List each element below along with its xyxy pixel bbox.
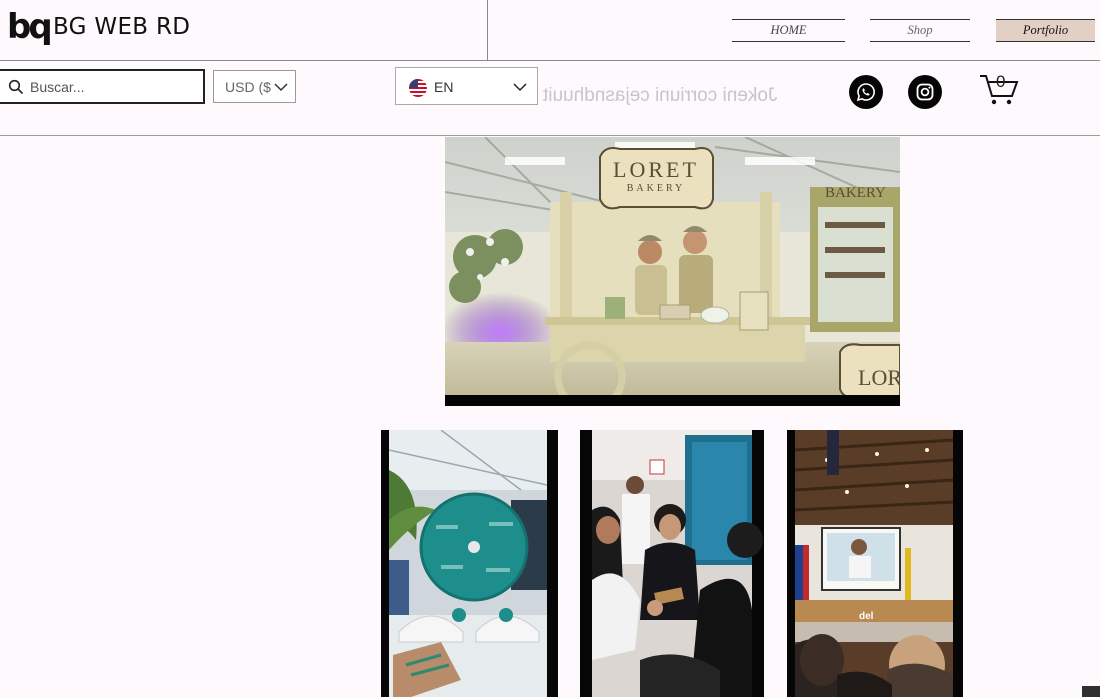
scroll-corner [1082, 686, 1100, 697]
currency-value: USD ($ [225, 79, 271, 95]
nav-home[interactable]: HOME [732, 19, 845, 42]
language-value: EN [434, 79, 454, 95]
logo[interactable]: bq [7, 7, 53, 47]
bakery-sign: LORET BAKERY [599, 147, 714, 210]
portfolio-tile[interactable] [381, 430, 558, 697]
bakery-booth-photo: LORET BAKERY BAKERY LOR [445, 137, 900, 406]
nav-portfolio[interactable]: Portfolio [996, 19, 1095, 42]
search-icon [8, 79, 24, 95]
header-divider [487, 0, 488, 61]
event-booth-photo [388, 430, 548, 697]
whatsapp-icon [856, 83, 875, 102]
award-ceremony-photo [592, 430, 763, 697]
auditorium-photo: del [794, 430, 954, 697]
cart-count: 0 [996, 72, 1006, 91]
currency-select[interactable]: USD ($ [213, 70, 296, 103]
whatsapp-button[interactable] [849, 75, 883, 109]
language-select[interactable]: EN [395, 67, 538, 105]
portfolio-tile[interactable] [580, 430, 764, 697]
sign-subtitle: BAKERY [627, 183, 686, 194]
sign-title: LORET [613, 157, 699, 182]
search-input[interactable] [30, 76, 200, 98]
brand-name[interactable]: BG WEB RD [53, 14, 190, 40]
tile-caption: del [859, 611, 874, 622]
logo-mark: bq [7, 7, 53, 47]
chevron-down-icon [513, 83, 527, 92]
side-sign: BAKERY [825, 185, 886, 201]
corner-sign: LOR [858, 365, 900, 390]
instagram-icon [916, 83, 934, 101]
search-box[interactable] [0, 69, 205, 104]
instagram-button[interactable] [908, 75, 942, 109]
hero-video[interactable]: LORET BAKERY BAKERY LOR [445, 137, 900, 406]
chevron-down-icon [274, 83, 288, 92]
nav-shop[interactable]: Shop [870, 19, 970, 42]
video-bar [445, 395, 900, 406]
toolbar: USD ($ EN Jokeni corriuni cejasndhuuit [0, 61, 1100, 136]
site-header: bq BG WEB RD HOME Shop Portfolio [0, 0, 1100, 61]
mirrored-background-text: Jokeni corriuni cejasndhuuit [543, 85, 778, 106]
portfolio-tile[interactable]: del [787, 430, 963, 697]
us-flag-icon [409, 79, 427, 97]
